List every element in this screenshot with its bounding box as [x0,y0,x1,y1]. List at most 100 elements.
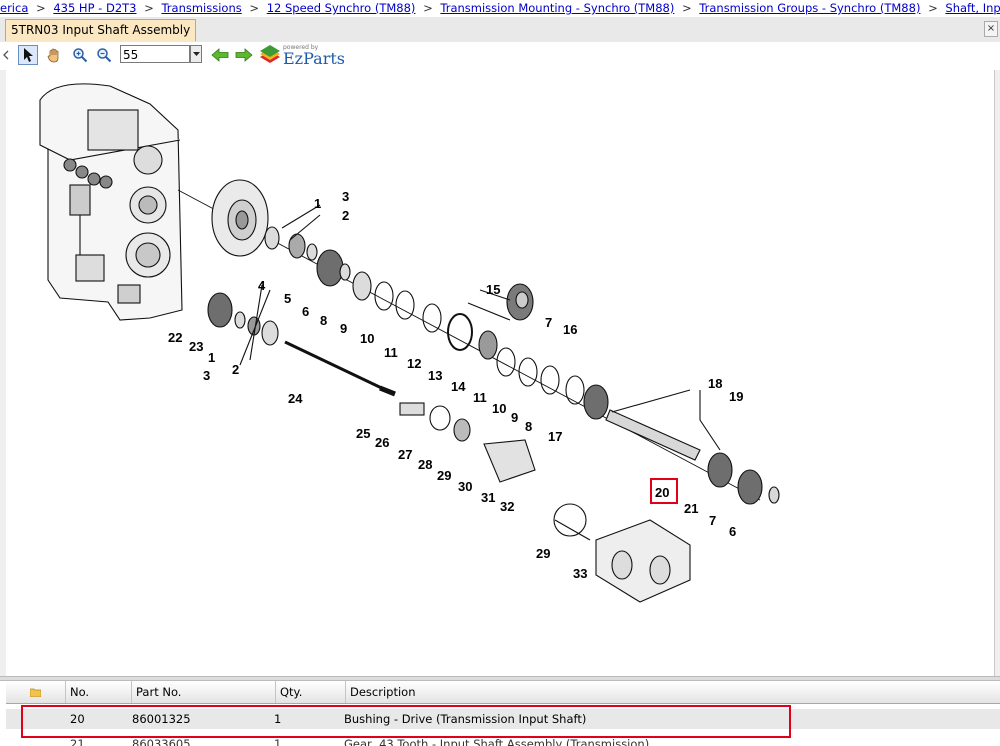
callout-26[interactable]: 26 [375,436,389,449]
pointer-icon [24,48,33,62]
callout-1[interactable]: 1 [208,351,215,364]
cell-description: Gear, 43 Tooth - Input Shaft Assembly (T… [344,737,650,746]
breadcrumb-link-transmissions[interactable]: Transmissions [161,1,241,15]
arrow-left-icon [211,48,229,62]
cell-no: 21 [70,737,85,746]
close-icon[interactable]: × [984,21,998,37]
cell-qty: 1 [274,737,282,746]
callout-13[interactable]: 13 [428,369,442,382]
select-pointer-button[interactable] [18,45,38,65]
callout-29[interactable]: 29 [536,547,550,560]
breadcrumb-link-mounting[interactable]: Transmission Mounting - Synchro (TM88) [440,1,674,15]
breadcrumb: erica > 435 HP - D2T3 > Transmissions > … [0,0,1000,17]
cell-description: Bushing - Drive (Transmission Input Shaf… [344,712,587,726]
callout-20-highlight [650,478,678,504]
callout-11[interactable]: 11 [473,391,487,404]
callout-9[interactable]: 9 [511,411,518,424]
cell-part-no: 86001325 [132,712,191,726]
diagram-toolbar: 55 powered by EzParts [0,42,1000,70]
hand-icon [47,48,59,63]
breadcrumb-separator: > [144,1,154,15]
zoom-out-icon [97,48,112,63]
zoom-in-icon [73,48,88,63]
callout-4[interactable]: 4 [258,279,265,292]
callout-25[interactable]: 25 [356,427,370,440]
callout-14[interactable]: 14 [451,380,465,393]
transmission-housing [39,83,183,321]
zoom-in-button[interactable] [70,45,90,65]
callout-16[interactable]: 16 [563,323,577,336]
callout-7[interactable]: 7 [709,514,716,527]
pan-hand-button[interactable] [44,45,64,65]
callout-23[interactable]: 23 [189,340,203,353]
callout-8[interactable]: 8 [525,420,532,433]
exploded-parts-diagram[interactable]: 3 1 2 4 5 6 8 9 10 11 12 13 14 15 7 16 2… [6,70,994,676]
breadcrumb-link-groups[interactable]: Transmission Groups - Synchro (TM88) [699,1,920,15]
breadcrumb-separator: > [682,1,692,15]
breadcrumb-link-model[interactable]: 435 HP - D2T3 [53,1,136,15]
ezparts-logo: powered by EzParts [258,44,348,68]
callout-28[interactable]: 28 [418,458,432,471]
hydraulic-pump [595,519,691,603]
column-header-description[interactable]: Description [346,681,1000,703]
breadcrumb-separator: > [928,1,938,15]
callout-24[interactable]: 24 [288,392,302,405]
callout-10[interactable]: 10 [492,402,506,415]
breadcrumb-link-input-shaft[interactable]: Shaft, Input - Synchr [945,1,1000,15]
zoom-out-button[interactable] [94,45,114,65]
callout-11[interactable]: 11 [384,346,398,359]
callout-2[interactable]: 2 [232,363,239,376]
callout-10[interactable]: 10 [360,332,374,345]
breadcrumb-separator: > [249,1,260,15]
callout-1[interactable]: 1 [314,197,321,210]
column-header-select[interactable] [6,681,66,703]
ezparts-logo-icon [260,45,280,63]
breadcrumb-separator: > [423,1,433,15]
logo-text: EzParts [283,49,345,68]
callout-15[interactable]: 15 [486,283,500,296]
table-row[interactable]: 21 86033605 1 Gear, 43 Tooth - Input Sha… [6,729,1000,746]
forward-button[interactable] [234,45,254,65]
callout-18[interactable]: 18 [708,377,722,390]
table-row-selected[interactable]: 20 86001325 1 Bushing - Drive (Transmiss… [6,709,1000,729]
callout-9[interactable]: 9 [340,322,347,335]
zoom-level-input[interactable]: 55 [120,45,190,63]
breadcrumb-link-12-speed[interactable]: 12 Speed Synchro (TM88) [267,1,416,15]
callout-5[interactable]: 5 [284,292,291,305]
zoom-dropdown-button[interactable] [190,45,202,63]
callout-3[interactable]: 3 [203,369,210,382]
callout-21[interactable]: 21 [684,502,698,515]
tab-bar: 5TRN03 Input Shaft Assembly × [0,17,1000,43]
input-flange [211,179,269,257]
callout-3[interactable]: 3 [342,190,349,203]
callout-31[interactable]: 31 [481,491,495,504]
callout-12[interactable]: 12 [407,357,421,370]
diagram-drawing [39,83,780,603]
callout-6[interactable]: 6 [302,305,309,318]
callout-30[interactable]: 30 [458,480,472,493]
callout-7[interactable]: 7 [545,316,552,329]
column-header-part-no[interactable]: Part No. [132,681,276,703]
callout-2[interactable]: 2 [342,209,349,222]
callout-6[interactable]: 6 [729,525,736,538]
callout-33[interactable]: 33 [573,567,587,580]
callout-29[interactable]: 29 [437,469,451,482]
callout-32[interactable]: 32 [500,500,514,513]
column-header-qty[interactable]: Qty. [276,681,346,703]
callout-27[interactable]: 27 [398,448,412,461]
collapse-left-icon[interactable] [2,45,10,65]
right-panel-edge[interactable] [994,70,1000,676]
callout-8[interactable]: 8 [320,314,327,327]
breadcrumb-prefix[interactable]: erica [0,1,28,15]
tab-input-shaft-assembly[interactable]: 5TRN03 Input Shaft Assembly [5,19,197,41]
callout-22[interactable]: 22 [168,331,182,344]
callout-19[interactable]: 19 [729,390,743,403]
breadcrumb-separator: > [36,1,46,15]
callout-17[interactable]: 17 [548,430,562,443]
column-header-no[interactable]: No. [66,681,132,703]
chevron-down-icon [192,51,200,56]
cell-no: 20 [70,712,85,726]
back-button[interactable] [210,45,230,65]
folder-icon [30,688,41,697]
arrow-right-icon [235,48,253,62]
